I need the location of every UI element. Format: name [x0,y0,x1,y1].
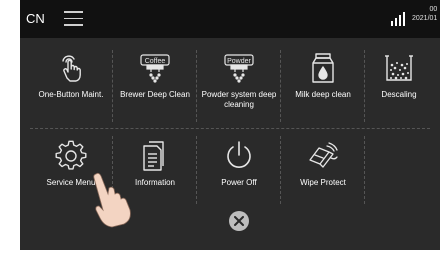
power-icon [227,141,251,168]
descaling-beaker-icon [385,55,413,81]
descaling-tile[interactable]: Descaling [358,44,440,116]
column-divider [112,50,113,122]
finger-tap-icon [62,55,81,82]
column-divider [280,50,281,122]
wipe-hand-icon [309,142,338,168]
column-divider [280,136,281,204]
brewer-deep-clean-tile[interactable]: Coffee Brewer Deep Clean [114,44,196,116]
document-icon [143,141,164,171]
powder-icon-text: Powder [227,58,251,65]
close-icon [234,216,244,226]
status-bar: CN 00 2021/01 [20,0,440,38]
maintenance-menu-panel: One-Button Maint. Coffee Brewer Deep Cle… [20,38,440,250]
descaling-label: Descaling [381,90,417,99]
powder-system-deep-cleaning-tile[interactable]: Powder Powder system deep cleaning [198,44,280,116]
powder-system-deep-cleaning-label: Powder system deep cleaning [201,90,277,109]
column-divider [196,50,197,122]
milk-deep-clean-tile[interactable]: Milk deep clean [282,44,364,116]
coffee-brewer-icon: Coffee [140,54,170,83]
power-off-label: Power Off [221,178,257,187]
milk-deep-clean-label: Milk deep clean [295,90,351,99]
power-off-tile[interactable]: Power Off [198,132,280,204]
powder-dispenser-icon: Powder [224,54,254,83]
clock-time: 00 [429,6,438,13]
one-button-maint-label: One-Button Maint. [38,90,104,99]
column-divider [364,136,365,204]
coffee-machine-screen: CN 00 2021/01 One-Button Maint. Coffee B… [20,0,440,250]
row-divider [30,128,430,129]
clock-date: 2021/01 [412,15,438,22]
signal-bars-icon [391,12,405,26]
close-button[interactable] [229,211,249,231]
language-toggle[interactable]: CN [26,11,45,26]
brewer-deep-clean-label: Brewer Deep Clean [120,90,190,99]
coffee-icon-text: Coffee [145,58,166,65]
pointing-hand-icon [93,172,131,228]
wipe-protect-tile[interactable]: Wipe Protect [282,132,364,204]
clock: 00 2021/01 [412,5,437,23]
wipe-protect-label: Wipe Protect [300,178,346,187]
gear-icon [55,140,87,170]
hamburger-menu-icon[interactable] [64,11,83,27]
one-button-maint-tile[interactable]: One-Button Maint. [30,44,112,116]
milk-carton-icon [312,53,334,83]
column-divider [364,50,365,122]
column-divider [196,136,197,204]
